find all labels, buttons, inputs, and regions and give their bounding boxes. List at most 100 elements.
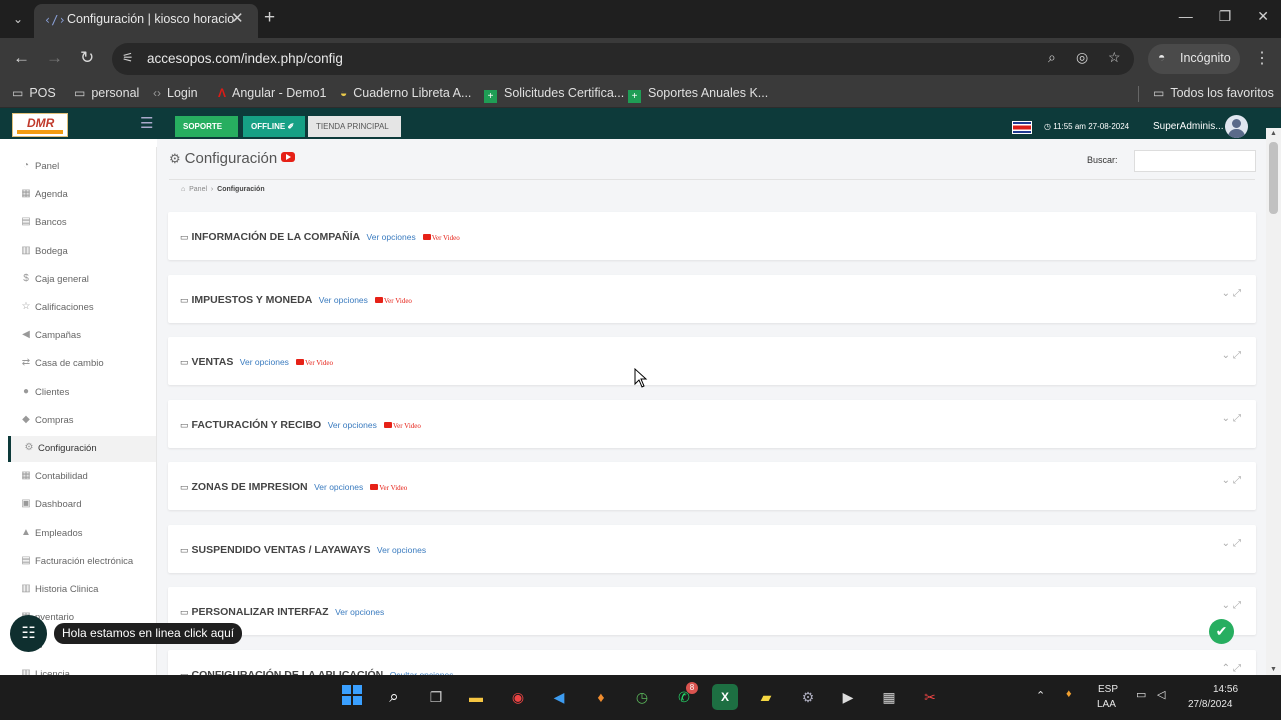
page-scrollbar[interactable]: ▲ ▼	[1266, 128, 1281, 675]
panel-video-link[interactable]: Ver Video	[383, 421, 421, 430]
panel-options-link[interactable]: Ver opciones	[367, 232, 416, 242]
sidebar-item[interactable]: $ Caja general	[8, 267, 156, 293]
microphone-app-icon[interactable]: ♦	[588, 684, 614, 710]
sidebar-item[interactable]: ▥ Historia Clinica	[8, 577, 156, 603]
tab-search-chevron-icon[interactable]: ⌄	[6, 8, 30, 30]
language-top[interactable]: ESP	[1098, 684, 1118, 695]
search-input[interactable]	[1134, 150, 1256, 172]
check-circle-icon[interactable]: ✔	[1209, 619, 1234, 644]
taskbar-time[interactable]: 14:56	[1213, 684, 1238, 695]
calculator-icon[interactable]: ▦	[876, 684, 902, 710]
user-name[interactable]: SuperAdminis...	[1153, 121, 1224, 132]
panel-options-link[interactable]: Ver opciones	[377, 545, 426, 555]
sidebar-item[interactable]: ☆ Calificaciones	[8, 295, 156, 321]
bookmark-personal[interactable]: ▭ personal	[74, 86, 139, 100]
settings-gear-icon[interactable]: ⚙	[795, 684, 821, 710]
sidebar-item[interactable]: ▣ Dashboard	[8, 492, 156, 518]
browser-menu-icon[interactable]: ⋮	[1254, 48, 1270, 68]
panel-options-link[interactable]: Ver opciones	[319, 295, 368, 305]
vscode-icon[interactable]: ◀	[546, 684, 572, 710]
chevron-down-icon[interactable]: ⌄	[1222, 475, 1233, 486]
chat-bubble[interactable]: Hola estamos en linea click aquí	[54, 623, 243, 644]
close-window-icon[interactable]: ✕	[1257, 8, 1269, 25]
file-explorer-icon[interactable]: ▬	[463, 684, 489, 710]
forward-arrow-icon[interactable]: →	[46, 48, 63, 68]
scroll-up-icon[interactable]: ▲	[1270, 130, 1277, 137]
panel-options-link[interactable]: Ver opciones	[240, 357, 289, 367]
scroll-thumb[interactable]	[1269, 142, 1278, 214]
bookmark-star-icon[interactable]: ☆	[1108, 49, 1121, 66]
expand-icon[interactable]: ⤢	[1233, 350, 1244, 361]
offline-button[interactable]: OFFLINE ✐	[243, 116, 305, 137]
panel-video-link[interactable]: Ver Video	[370, 484, 407, 492]
back-arrow-icon[interactable]: ←	[13, 48, 30, 68]
reload-icon[interactable]: ↻	[80, 48, 94, 68]
bookmark-solicitudes[interactable]: + Solicitudes Certifica...	[484, 86, 624, 103]
task-view-icon[interactable]: ❐	[423, 684, 449, 710]
minimize-icon[interactable]: —	[1179, 8, 1193, 25]
panel-video-link[interactable]: Ver Video	[374, 296, 412, 305]
panel-video-link[interactable]: Ver Video	[422, 234, 460, 242]
expand-icon[interactable]: ⤢	[1233, 600, 1244, 611]
media-player-icon[interactable]: ▶	[835, 684, 861, 710]
chevron-down-icon[interactable]: ⌄	[1222, 413, 1233, 424]
sidebar-item[interactable]: ▦ Contabilidad	[8, 464, 156, 490]
youtube-icon[interactable]	[281, 152, 296, 162]
tray-microphone-icon[interactable]: ♦	[1066, 688, 1072, 700]
expand-icon[interactable]: ⤢	[1233, 288, 1244, 299]
sidebar-item[interactable]: ◆ Compras	[8, 408, 156, 434]
bookmark-angular[interactable]: Λ Angular - Demo1	[218, 86, 327, 100]
panel-options-link[interactable]: Ver opciones	[335, 607, 384, 617]
bookmark-soportes[interactable]: + Soportes Anuales K...	[628, 86, 768, 103]
chevron-down-icon[interactable]: ⌄	[1222, 288, 1233, 299]
snipping-tool-icon[interactable]: ✂	[917, 684, 943, 710]
chrome-icon[interactable]: ◉	[505, 684, 531, 710]
bookmark-login[interactable]: ‹› Login	[153, 86, 198, 100]
chevron-down-icon[interactable]: ⌄	[1222, 538, 1233, 549]
scroll-down-icon[interactable]: ▼	[1270, 666, 1277, 673]
expand-icon[interactable]: ⤢	[1233, 475, 1244, 486]
panel-video-link[interactable]: Ver Video	[295, 359, 333, 367]
restore-icon[interactable]: ❐	[1219, 8, 1232, 25]
url-text[interactable]: accesopos.com/index.php/config	[147, 51, 343, 66]
site-settings-icon[interactable]: ⚟	[122, 50, 134, 66]
tab-close-icon[interactable]: ✕	[231, 9, 244, 27]
search-icon[interactable]: ⌕	[381, 684, 407, 710]
eye-off-icon[interactable]: ◎	[1076, 49, 1088, 66]
incognito-badge[interactable]: ◓ Incógnito	[1148, 44, 1240, 74]
browser-tab-active[interactable]: ‹/› Configuración | kiosco horacio ✕	[34, 4, 258, 38]
address-bar[interactable]: ⚟ accesopos.com/index.php/config ⌕ ◎ ☆	[112, 43, 1134, 75]
sidebar-item[interactable]: ◀ Campañas	[8, 323, 156, 349]
all-bookmarks[interactable]: ▭ Todos los favoritos	[1153, 86, 1274, 100]
chevron-up-icon[interactable]: ⌃	[1222, 663, 1233, 674]
store-selector-dropdown[interactable]: TIENDA PRINCIPAL ▾	[308, 116, 401, 152]
chevron-down-icon[interactable]: ⌄	[1222, 600, 1233, 611]
panel-options-link[interactable]: Ver opciones	[314, 482, 363, 492]
bookmark-pos[interactable]: ▭ POS	[12, 86, 56, 100]
windows-start-icon[interactable]	[339, 684, 365, 710]
language-bottom[interactable]: LAA	[1097, 699, 1116, 710]
soporte-button[interactable]: SOPORTE ✆	[175, 116, 238, 152]
clock-app-icon[interactable]: ◷	[629, 684, 655, 710]
sidebar-item[interactable]: ▤ Facturación electrónica	[8, 549, 156, 575]
expand-icon[interactable]: ⤢	[1233, 663, 1244, 674]
expand-icon[interactable]: ⤢	[1233, 538, 1244, 549]
new-tab-plus-icon[interactable]: +	[264, 7, 275, 29]
panel-options-link[interactable]: Ver opciones	[328, 420, 377, 430]
sidebar-item[interactable]: ▤ Bancos	[8, 210, 156, 236]
bookmark-cuaderno[interactable]: ◒ Cuaderno Libreta A...	[340, 86, 471, 100]
sticky-notes-icon[interactable]: ▰	[753, 684, 779, 710]
chat-icon[interactable]: ☷	[10, 615, 47, 652]
sidebar-item[interactable]: ▲ Empleados	[8, 521, 156, 547]
expand-icon[interactable]: ⤢	[1233, 413, 1244, 424]
chevron-down-icon[interactable]: ⌄	[1222, 350, 1233, 361]
hamburger-menu-icon[interactable]: ☰	[140, 114, 153, 132]
excel-icon[interactable]: X	[712, 684, 738, 710]
sidebar-item[interactable]: ⚙ Configuración	[8, 436, 156, 462]
sidebar-item[interactable]: ▦ Agenda	[8, 182, 156, 208]
sidebar-item[interactable]: ▥ Licencia	[8, 662, 156, 675]
sidebar-item[interactable]: ◔ Panel	[8, 154, 156, 180]
network-icon[interactable]: ▭	[1136, 688, 1146, 701]
sidebar-item[interactable]: ● Clientes	[8, 380, 156, 406]
zoom-search-icon[interactable]: ⌕	[1048, 49, 1056, 66]
